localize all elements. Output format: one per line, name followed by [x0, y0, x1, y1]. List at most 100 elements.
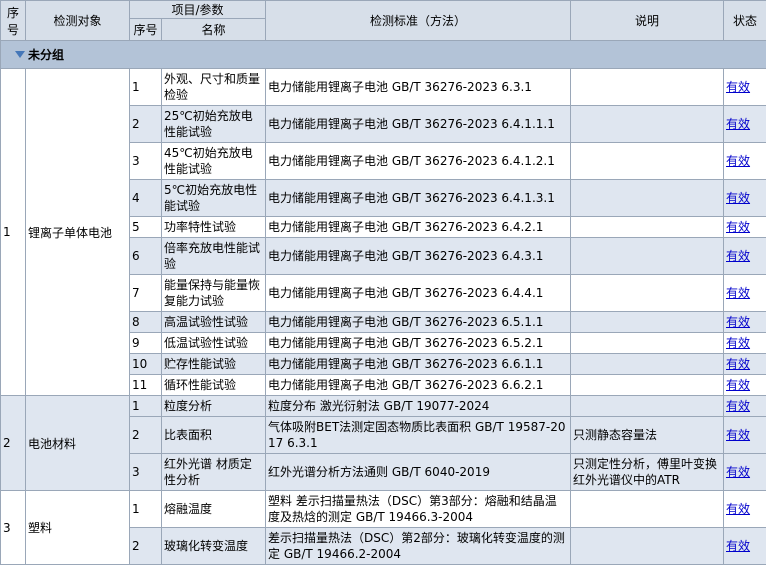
row-name: 外观、尺寸和质量检验: [164, 72, 260, 102]
row-note-cell: [571, 491, 724, 528]
row-note-cell: [571, 312, 724, 333]
row-status-link[interactable]: 有效: [726, 428, 750, 442]
row-standard-cell: 电力储能用锂离子电池 GB/T 36276-2023 6.4.2.1: [266, 217, 571, 238]
row-note: 只测定性分析，傅里叶变换红外光谱仪中的ATR: [573, 457, 717, 487]
row-status-link[interactable]: 有效: [726, 117, 750, 131]
row-status-link-cell: 有效: [724, 396, 766, 417]
row-seq: 5: [132, 220, 140, 234]
row-status-link-cell: 有效: [724, 238, 766, 275]
row-seq-cell: 2: [130, 417, 162, 454]
row-status-link[interactable]: 有效: [726, 357, 750, 371]
row-seq-cell: 1: [130, 69, 162, 106]
group-label: 未分组: [28, 48, 64, 62]
row-name-cell: 45℃初始充放电性能试验: [162, 143, 266, 180]
row-status-link-cell: 有效: [724, 491, 766, 528]
col-header-note: 说明: [571, 1, 724, 41]
category-object: 锂离子单体电池: [26, 69, 130, 396]
row-standard-cell: 电力储能用锂离子电池 GB/T 36276-2023 6.4.4.1: [266, 275, 571, 312]
row-name-cell: 比表面积: [162, 417, 266, 454]
row-status-link-cell: 有效: [724, 312, 766, 333]
row-name: 熔融温度: [164, 502, 212, 516]
row-standard: 电力储能用锂离子电池 GB/T 36276-2023 6.6.2.1: [268, 378, 543, 392]
row-standard: 电力储能用锂离子电池 GB/T 36276-2023 6.5.1.1: [268, 315, 543, 329]
row-status-link[interactable]: 有效: [726, 378, 750, 392]
row-name: 粒度分析: [164, 399, 212, 413]
category-seq: 2: [1, 396, 26, 491]
col-header-seq: 序号: [1, 1, 26, 41]
row-seq: 7: [132, 286, 140, 300]
row-standard-cell: 电力储能用锂离子电池 GB/T 36276-2023 6.5.1.1: [266, 312, 571, 333]
row-standard: 红外光谱分析方法通则 GB/T 6040-2019: [268, 465, 490, 479]
row-status-link[interactable]: 有效: [726, 315, 750, 329]
row-name-cell: 贮存性能试验: [162, 354, 266, 375]
row-name: 5℃初始充放电性能试验: [164, 183, 257, 213]
row-note-cell: [571, 180, 724, 217]
row-standard-cell: 电力储能用锂离子电池 GB/T 36276-2023 6.6.1.1: [266, 354, 571, 375]
row-seq-cell: 3: [130, 454, 162, 491]
row-status-link[interactable]: 有效: [726, 80, 750, 94]
row-name-cell: 红外光谱 材质定性分析: [162, 454, 266, 491]
row-note-cell: [571, 333, 724, 354]
row-standard-cell: 粒度分布 激光衍射法 GB/T 19077-2024: [266, 396, 571, 417]
row-seq-cell: 1: [130, 396, 162, 417]
row-seq: 11: [132, 378, 147, 392]
row-standard: 电力储能用锂离子电池 GB/T 36276-2023 6.6.1.1: [268, 357, 543, 371]
row-name-cell: 倍率充放电性能试验: [162, 238, 266, 275]
row-note-cell: 只测静态容量法: [571, 417, 724, 454]
row-status-link[interactable]: 有效: [726, 502, 750, 516]
row-name-cell: 功率特性试验: [162, 217, 266, 238]
group-header[interactable]: 未分组: [1, 41, 766, 69]
row-note-cell: [571, 217, 724, 238]
col-header-status: 状态: [724, 1, 766, 41]
row-standard-cell: 电力储能用锂离子电池 GB/T 36276-2023 6.4.1.3.1: [266, 180, 571, 217]
row-status-link[interactable]: 有效: [726, 286, 750, 300]
row-seq: 1: [132, 502, 140, 516]
row-name: 贮存性能试验: [164, 357, 236, 371]
row-status-link-cell: 有效: [724, 217, 766, 238]
row-standard: 电力储能用锂离子电池 GB/T 36276-2023 6.5.2.1: [268, 336, 543, 350]
category-object: 电池材料: [26, 396, 130, 491]
row-status-link-cell: 有效: [724, 333, 766, 354]
table-row: 3塑料1熔融温度塑料 差示扫描量热法（DSC）第3部分：熔融和结晶温度及热焓的测…: [1, 491, 766, 528]
row-status-link[interactable]: 有效: [726, 220, 750, 234]
row-standard: 塑料 差示扫描量热法（DSC）第3部分：熔融和结晶温度及热焓的测定 GB/T 1…: [268, 494, 557, 524]
collapse-triangle-icon[interactable]: [15, 51, 25, 58]
row-status-link[interactable]: 有效: [726, 336, 750, 350]
row-standard-cell: 电力储能用锂离子电池 GB/T 36276-2023 6.4.1.2.1: [266, 143, 571, 180]
row-seq: 4: [132, 191, 140, 205]
row-seq-cell: 8: [130, 312, 162, 333]
row-name: 功率特性试验: [164, 220, 236, 234]
row-status-link[interactable]: 有效: [726, 465, 750, 479]
row-status-link[interactable]: 有效: [726, 399, 750, 413]
row-note-cell: [571, 69, 724, 106]
row-name-cell: 循环性能试验: [162, 375, 266, 396]
row-standard: 电力储能用锂离子电池 GB/T 36276-2023 6.4.1.2.1: [268, 154, 555, 168]
row-name-cell: 5℃初始充放电性能试验: [162, 180, 266, 217]
row-name: 低温试验性试验: [164, 336, 248, 350]
table-row: 2电池材料1粒度分析粒度分布 激光衍射法 GB/T 19077-2024有效: [1, 396, 766, 417]
row-name: 玻璃化转变温度: [164, 539, 248, 553]
row-name-cell: 熔融温度: [162, 491, 266, 528]
row-seq-cell: 5: [130, 217, 162, 238]
col-header-item-param: 项目/参数: [130, 1, 266, 19]
row-seq-cell: 1: [130, 491, 162, 528]
table-row: 1锂离子单体电池1外观、尺寸和质量检验电力储能用锂离子电池 GB/T 36276…: [1, 69, 766, 106]
row-status-link[interactable]: 有效: [726, 154, 750, 168]
row-seq-cell: 6: [130, 238, 162, 275]
row-standard: 电力储能用锂离子电池 GB/T 36276-2023 6.4.2.1: [268, 220, 543, 234]
row-seq-cell: 2: [130, 106, 162, 143]
row-status-link[interactable]: 有效: [726, 191, 750, 205]
row-name: 能量保持与能量恢复能力试验: [164, 278, 260, 308]
row-status-link-cell: 有效: [724, 143, 766, 180]
row-standard: 电力储能用锂离子电池 GB/T 36276-2023 6.4.3.1: [268, 249, 543, 263]
row-seq: 1: [132, 80, 140, 94]
row-standard: 电力储能用锂离子电池 GB/T 36276-2023 6.3.1: [268, 80, 532, 94]
row-standard: 差示扫描量热法（DSC）第2部分：玻璃化转变温度的测定 GB/T 19466.2…: [268, 531, 565, 561]
row-name-cell: 低温试验性试验: [162, 333, 266, 354]
row-status-link[interactable]: 有效: [726, 539, 750, 553]
row-note-cell: 只测定性分析，傅里叶变换红外光谱仪中的ATR: [571, 454, 724, 491]
row-seq: 8: [132, 315, 140, 329]
row-standard-cell: 电力储能用锂离子电池 GB/T 36276-2023 6.5.2.1: [266, 333, 571, 354]
row-status-link[interactable]: 有效: [726, 249, 750, 263]
group-row[interactable]: 未分组: [1, 41, 766, 69]
